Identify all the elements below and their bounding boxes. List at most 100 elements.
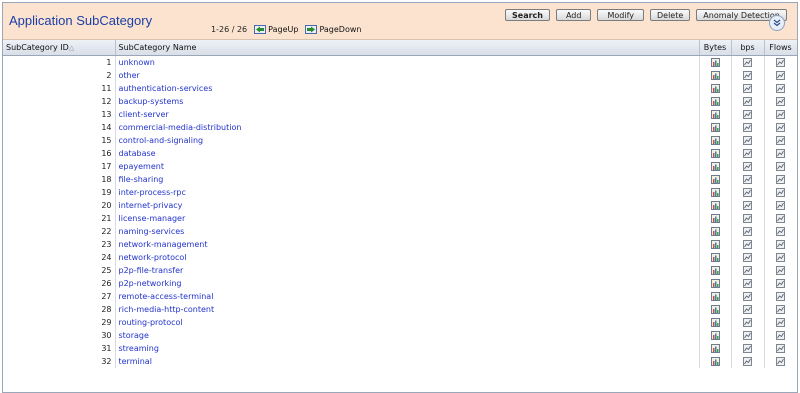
bps-report-button[interactable]: [731, 303, 765, 316]
bps-report-button[interactable]: [731, 316, 765, 329]
bytes-report-button[interactable]: [699, 238, 732, 251]
collapse-button[interactable]: [769, 15, 785, 31]
column-header-bytes[interactable]: Bytes: [699, 40, 732, 56]
flows-report-button[interactable]: [764, 303, 797, 316]
search-button[interactable]: Search: [505, 9, 550, 21]
subcategory-name-link[interactable]: license-manager: [115, 212, 700, 225]
flows-report-button[interactable]: [764, 264, 797, 277]
bytes-report-button[interactable]: [699, 316, 732, 329]
column-header-bps[interactable]: bps: [731, 40, 765, 56]
bytes-report-button[interactable]: [699, 342, 732, 355]
bytes-report-button[interactable]: [699, 251, 732, 264]
subcategory-name-link[interactable]: client-server: [115, 108, 700, 121]
add-button[interactable]: Add: [555, 9, 592, 21]
bps-report-button[interactable]: [731, 329, 765, 342]
flows-report-button[interactable]: [764, 55, 797, 69]
bps-report-button[interactable]: [731, 121, 765, 134]
bytes-report-button[interactable]: [699, 225, 732, 238]
bytes-report-button[interactable]: [699, 160, 732, 173]
bps-report-button[interactable]: [731, 69, 765, 82]
bytes-report-button[interactable]: [699, 108, 732, 121]
flows-report-button[interactable]: [764, 134, 797, 147]
flows-report-button[interactable]: [764, 82, 797, 95]
bps-report-button[interactable]: [731, 225, 765, 238]
flows-report-button[interactable]: [764, 173, 797, 186]
subcategory-name-link[interactable]: authentication-services: [115, 82, 700, 95]
flows-report-button[interactable]: [764, 316, 797, 329]
subcategory-name-link[interactable]: internet-privacy: [115, 199, 700, 212]
flows-report-button[interactable]: [764, 290, 797, 303]
bytes-report-button[interactable]: [699, 199, 732, 212]
flows-report-button[interactable]: [764, 355, 797, 368]
flows-report-button[interactable]: [764, 121, 797, 134]
subcategory-name-link[interactable]: p2p-networking: [115, 277, 700, 290]
bps-report-button[interactable]: [731, 173, 765, 186]
column-header-name[interactable]: SubCategory Name: [115, 40, 700, 56]
bytes-report-button[interactable]: [699, 134, 732, 147]
flows-report-button[interactable]: [764, 277, 797, 290]
subcategory-name-link[interactable]: file-sharing: [115, 173, 700, 186]
bps-report-button[interactable]: [731, 238, 765, 251]
flows-report-button[interactable]: [764, 186, 797, 199]
subcategory-name-link[interactable]: remote-access-terminal: [115, 290, 700, 303]
bps-report-button[interactable]: [731, 147, 765, 160]
bytes-report-button[interactable]: [699, 303, 732, 316]
bytes-report-button[interactable]: [699, 355, 732, 368]
flows-report-button[interactable]: [764, 212, 797, 225]
subcategory-name-link[interactable]: commercial-media-distribution: [115, 121, 700, 134]
subcategory-name-link[interactable]: rich-media-http-content: [115, 303, 700, 316]
bytes-report-button[interactable]: [699, 212, 732, 225]
bps-report-button[interactable]: [731, 342, 765, 355]
bytes-report-button[interactable]: [699, 173, 732, 186]
delete-button[interactable]: Delete: [649, 9, 691, 21]
bytes-report-button[interactable]: [699, 186, 732, 199]
subcategory-name-link[interactable]: storage: [115, 329, 700, 342]
bps-report-button[interactable]: [731, 160, 765, 173]
bytes-report-button[interactable]: [699, 121, 732, 134]
flows-report-button[interactable]: [764, 108, 797, 121]
flows-report-button[interactable]: [764, 251, 797, 264]
bps-report-button[interactable]: [731, 290, 765, 303]
subcategory-name-link[interactable]: streaming: [115, 342, 700, 355]
subcategory-name-link[interactable]: database: [115, 147, 700, 160]
column-header-id[interactable]: SubCategory ID△: [3, 40, 116, 56]
bytes-report-button[interactable]: [699, 329, 732, 342]
bps-report-button[interactable]: [731, 134, 765, 147]
subcategory-name-link[interactable]: network-management: [115, 238, 700, 251]
bps-report-button[interactable]: [731, 95, 765, 108]
bytes-report-button[interactable]: [699, 147, 732, 160]
bps-report-button[interactable]: [731, 82, 765, 95]
bps-report-button[interactable]: [731, 264, 765, 277]
flows-report-button[interactable]: [764, 342, 797, 355]
page-down-link[interactable]: PageDown: [305, 25, 361, 34]
bps-report-button[interactable]: [731, 277, 765, 290]
flows-report-button[interactable]: [764, 95, 797, 108]
bytes-report-button[interactable]: [699, 277, 732, 290]
bytes-report-button[interactable]: [699, 82, 732, 95]
bps-report-button[interactable]: [731, 108, 765, 121]
subcategory-name-link[interactable]: routing-protocol: [115, 316, 700, 329]
modify-button[interactable]: Modify: [597, 9, 644, 21]
bps-report-button[interactable]: [731, 355, 765, 368]
flows-report-button[interactable]: [764, 160, 797, 173]
subcategory-name-link[interactable]: network-protocol: [115, 251, 700, 264]
subcategory-name-link[interactable]: unknown: [115, 55, 700, 69]
subcategory-name-link[interactable]: epayement: [115, 160, 700, 173]
subcategory-name-link[interactable]: p2p-file-transfer: [115, 264, 700, 277]
bytes-report-button[interactable]: [699, 55, 732, 69]
subcategory-name-link[interactable]: naming-services: [115, 225, 700, 238]
flows-report-button[interactable]: [764, 69, 797, 82]
flows-report-button[interactable]: [764, 225, 797, 238]
bytes-report-button[interactable]: [699, 69, 732, 82]
flows-report-button[interactable]: [764, 147, 797, 160]
bps-report-button[interactable]: [731, 251, 765, 264]
bps-report-button[interactable]: [731, 55, 765, 69]
bps-report-button[interactable]: [731, 186, 765, 199]
bps-report-button[interactable]: [731, 199, 765, 212]
bytes-report-button[interactable]: [699, 264, 732, 277]
bytes-report-button[interactable]: [699, 290, 732, 303]
subcategory-name-link[interactable]: backup-systems: [115, 95, 700, 108]
bps-report-button[interactable]: [731, 212, 765, 225]
flows-report-button[interactable]: [764, 199, 797, 212]
subcategory-name-link[interactable]: control-and-signaling: [115, 134, 700, 147]
